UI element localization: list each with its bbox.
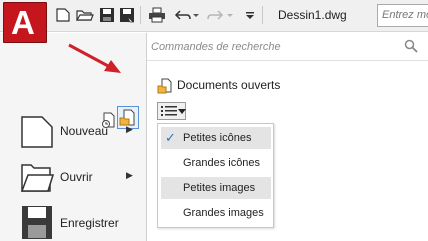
undo-icon[interactable] bbox=[174, 7, 192, 23]
customize-toolbar-icon[interactable] bbox=[244, 7, 256, 23]
view-options-menu: ✓ Petites icônes Grandes icônes Petites … bbox=[157, 123, 274, 228]
new-icon[interactable] bbox=[54, 7, 72, 23]
checkmark-icon: ✓ bbox=[165, 130, 176, 145]
menu-item-label: Ouvrir bbox=[60, 170, 93, 184]
open-folder-icon bbox=[20, 164, 54, 192]
submenu-arrow-icon: ▶ bbox=[126, 170, 133, 180]
redo-icon[interactable] bbox=[206, 7, 224, 23]
menu-item-petites-icones[interactable]: ✓ Petites icônes bbox=[161, 127, 271, 149]
menu-item-nouveau[interactable]: Nouveau ▶ bbox=[0, 111, 146, 155]
menu-item-grandes-images[interactable]: Grandes images bbox=[161, 202, 271, 224]
save-icon bbox=[22, 206, 52, 239]
menu-item-label: Petites images bbox=[183, 182, 256, 194]
menu-item-label: Petites icônes bbox=[183, 132, 252, 144]
document-title: Dessin1.dwg bbox=[278, 8, 347, 22]
list-view-icon bbox=[161, 106, 177, 116]
application-menu-left-pane: Nouveau ▶ Ouvrir ▶ Enregistrer bbox=[0, 33, 147, 241]
save-icon[interactable] bbox=[98, 7, 116, 23]
menu-item-ouvrir[interactable]: Ouvrir ▶ bbox=[0, 157, 146, 201]
save-as-icon[interactable] bbox=[118, 7, 136, 23]
search-icon[interactable] bbox=[404, 39, 418, 53]
new-document-icon bbox=[21, 116, 53, 148]
page-title: Documents ouverts bbox=[177, 78, 281, 92]
redo-dropdown-icon[interactable] bbox=[226, 7, 234, 23]
menu-item-label: Enregistrer bbox=[60, 216, 119, 230]
keyword-search-input[interactable]: Entrez mots bbox=[377, 4, 428, 27]
menu-item-enregistrer[interactable]: Enregistrer bbox=[0, 203, 146, 241]
undo-dropdown-icon[interactable] bbox=[192, 7, 200, 23]
quick-access-toolbar: Dessin1.dwg Entrez mots bbox=[0, 0, 428, 32]
open-documents-icon bbox=[157, 78, 172, 94]
print-icon[interactable] bbox=[148, 7, 166, 23]
menu-item-label: Grandes images bbox=[183, 207, 264, 219]
menu-item-grandes-icones[interactable]: Grandes icônes bbox=[161, 152, 271, 174]
view-options-button[interactable] bbox=[157, 102, 186, 120]
menu-item-label: Nouveau bbox=[60, 124, 109, 138]
menu-item-label: Grandes icônes bbox=[183, 157, 261, 169]
logo-letter: A bbox=[11, 4, 35, 41]
submenu-arrow-icon: ▶ bbox=[126, 124, 133, 134]
command-search-input[interactable]: Commandes de recherche bbox=[147, 33, 428, 61]
open-icon[interactable] bbox=[76, 7, 94, 23]
app-menu-button[interactable]: A bbox=[3, 2, 47, 43]
chevron-down-icon bbox=[178, 109, 186, 114]
search-placeholder: Commandes de recherche bbox=[151, 41, 281, 53]
menu-item-petites-images[interactable]: Petites images bbox=[161, 177, 271, 199]
